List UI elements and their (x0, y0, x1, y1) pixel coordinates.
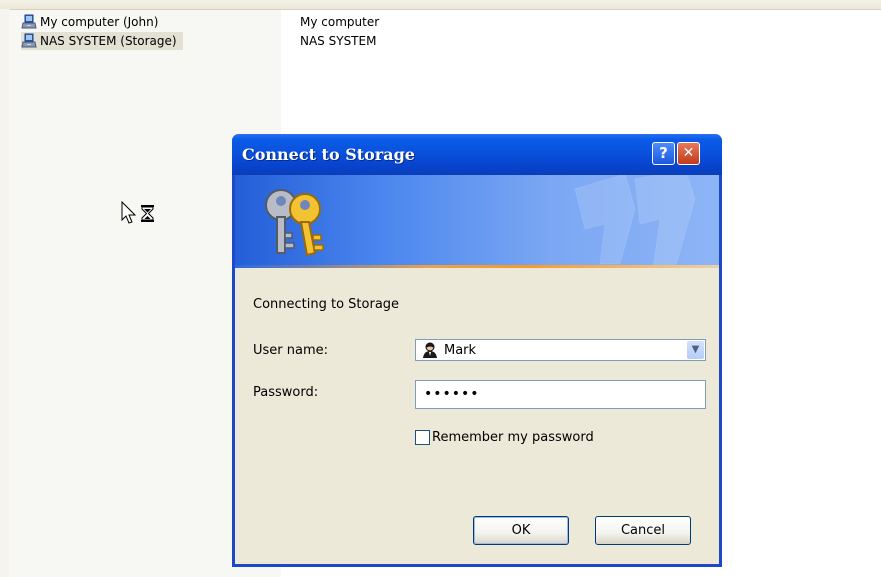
dialog-titlebar[interactable]: Connect to Storage ? ✕ (232, 134, 722, 175)
help-button[interactable]: ? (652, 142, 675, 165)
username-combobox[interactable]: Mark ▼ (415, 339, 706, 361)
list-item-description: My computer (300, 15, 380, 29)
password-field[interactable]: •••••• (415, 380, 706, 409)
computer-share-icon (21, 14, 37, 29)
dialog-body: Connecting to Storage User name: Mark ▼ … (235, 175, 719, 564)
dialog-banner (235, 175, 719, 265)
list-item-label: NAS SYSTEM (Storage) (40, 34, 177, 48)
ok-button[interactable]: OK (473, 516, 569, 545)
keys-watermark-icon (574, 175, 696, 265)
connecting-text: Connecting to Storage (253, 297, 400, 312)
list-item-description: NAS SYSTEM (300, 34, 377, 48)
dialog-title: Connect to Storage (242, 145, 415, 164)
username-value: Mark (444, 343, 477, 358)
chevron-down-icon[interactable]: ▼ (687, 341, 704, 359)
list-item-name[interactable]: My computer (John) (21, 13, 164, 31)
column-header-strip (0, 0, 881, 10)
username-label: User name: (253, 343, 329, 358)
remember-password-option[interactable]: Remember my password (415, 428, 594, 446)
password-label: Password: (253, 385, 319, 400)
remember-password-label: Remember my password (432, 429, 594, 445)
list-item-name[interactable]: NAS SYSTEM (Storage) (21, 32, 183, 50)
connect-dialog: Connect to Storage ? ✕ Connecting to Sto… (232, 134, 722, 567)
banner-divider (235, 265, 719, 268)
list-item-label: My computer (John) (40, 15, 159, 29)
busy-arrow-hourglass-icon (121, 201, 154, 224)
screen: My computer (John) My computer NAS SYSTE… (0, 0, 881, 577)
user-icon (423, 342, 437, 358)
close-button[interactable]: ✕ (677, 142, 700, 165)
remember-password-checkbox[interactable] (415, 429, 430, 445)
cancel-button[interactable]: Cancel (595, 516, 691, 545)
computer-share-icon (21, 33, 37, 48)
keys-icon (265, 189, 324, 257)
